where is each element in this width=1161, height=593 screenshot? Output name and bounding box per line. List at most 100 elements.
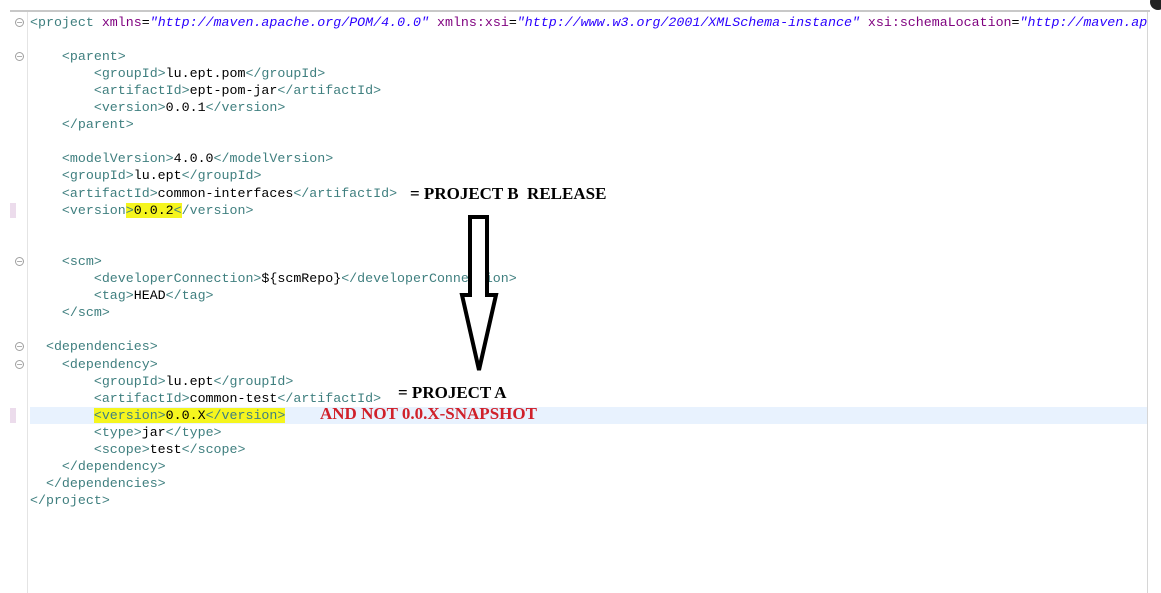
code-line[interactable]: </project> — [30, 492, 110, 509]
code-token: <modelVersion> — [30, 151, 174, 167]
code-line[interactable]: <scope>test</scope> — [30, 441, 246, 458]
code-line[interactable]: </parent> — [30, 116, 134, 133]
code-token: </version> — [205, 407, 286, 423]
code-token: <dependencies> — [30, 339, 158, 355]
editor-top-border — [10, 10, 1150, 12]
code-token: xmlns:xsi — [436, 14, 509, 30]
code-line[interactable]: <tag>HEAD</tag> — [30, 287, 214, 304]
code-line[interactable]: <version>0.0.1</version> — [30, 99, 286, 116]
code-token: <artifactId> — [30, 82, 190, 98]
code-token: </artifactId> — [293, 185, 398, 201]
corner-icon — [1150, 0, 1161, 10]
code-token: xsi:schemaLocation — [867, 14, 1012, 30]
code-token: <parent> — [30, 48, 126, 64]
code-token: <artifactId> — [30, 185, 158, 201]
code-line[interactable]: </dependency> — [30, 458, 166, 475]
code-token: <version> — [30, 100, 166, 115]
annotation-project-a: = PROJECT A — [398, 383, 507, 402]
code-token: 4.0.0 — [173, 151, 214, 167]
code-token: lu.ept.pom — [165, 65, 246, 81]
code-line[interactable]: <project xmlns="http://maven.apache.org/… — [30, 14, 1147, 31]
code-token: test — [149, 442, 182, 457]
code-line[interactable]: <groupId>lu.ept</groupId> — [30, 167, 262, 184]
code-token: </groupId> — [213, 373, 294, 389]
code-line[interactable]: </dependencies> — [30, 475, 166, 492]
code-line[interactable]: <modelVersion>4.0.0</modelVersion> — [30, 150, 333, 167]
code-line[interactable]: <groupId>lu.ept</groupId> — [30, 373, 294, 390]
code-token: </parent> — [30, 117, 134, 133]
annotation-project-b: = PROJECT B RELEASE — [410, 184, 607, 203]
code-line[interactable]: <version>0.0.X</version> — [30, 407, 286, 424]
editor-right-border — [1147, 12, 1148, 593]
code-token: <type> — [30, 424, 142, 440]
change-marker — [10, 407, 16, 423]
code-line[interactable]: <groupId>lu.ept.pom</groupId> — [30, 65, 325, 82]
code-line[interactable]: </scm> — [30, 304, 110, 321]
code-token: <scope> — [30, 442, 150, 457]
code-token: = — [508, 14, 517, 30]
code-token: common-interfaces — [157, 185, 294, 201]
code-token: lu.ept — [165, 373, 214, 389]
code-token: < — [173, 202, 182, 218]
code-token: "http://www.w3.org/2001/XMLSchema-instan… — [516, 14, 860, 30]
code-token: <groupId> — [30, 168, 134, 184]
code-token: </scm> — [30, 305, 110, 321]
code-token: 0.0.X — [165, 407, 206, 423]
code-line[interactable]: <artifactId>ept-pom-jar</artifactId> — [30, 82, 381, 99]
code-token: <dependency> — [30, 356, 158, 372]
code-token: <artifactId> — [30, 390, 190, 406]
code-token: </dependency> — [30, 459, 166, 475]
code-token: <developerConnection> — [30, 271, 262, 286]
collapse-minus-icon[interactable]: − — [15, 17, 24, 27]
code-line[interactable]: <developerConnection>${scmRepo}</develop… — [30, 270, 517, 287]
code-token: 0.0.1 — [165, 100, 206, 115]
code-token: </scope> — [181, 442, 246, 457]
code-token: <groupId> — [30, 373, 166, 389]
code-token: 0.0.2 — [133, 202, 174, 218]
code-token: > — [125, 202, 134, 218]
change-marker — [10, 202, 16, 218]
code-line[interactable]: <type>jar</type> — [30, 424, 222, 441]
code-token: lu.ept — [133, 168, 182, 184]
collapse-minus-icon[interactable]: − — [15, 256, 24, 266]
code-token: = — [141, 14, 150, 30]
collapse-minus-icon[interactable]: − — [15, 359, 24, 369]
code-token: = — [1011, 14, 1020, 30]
code-token: </version> — [205, 100, 286, 115]
code-line[interactable]: <artifactId>common-interfaces</artifactI… — [30, 185, 397, 202]
code-token: </artifactId> — [277, 82, 382, 98]
code-token: "http://maven.apache.org/POM/4.0.0" — [149, 14, 429, 30]
code-token: </project> — [30, 493, 110, 509]
code-token: </groupId> — [245, 65, 326, 81]
code-token: <groupId> — [30, 65, 166, 81]
collapse-minus-icon[interactable]: − — [15, 51, 24, 61]
annotation-not-snapshot: AND NOT 0.0.X-SNAPSHOT — [320, 404, 537, 423]
code-token: xmlns — [101, 14, 142, 30]
code-token: jar — [141, 424, 166, 440]
code-line[interactable]: <parent> — [30, 48, 126, 65]
code-token: </groupId> — [181, 168, 262, 184]
code-line[interactable]: <dependencies> — [30, 338, 158, 355]
code-token: </tag> — [165, 288, 214, 304]
code-line[interactable]: <scm> — [30, 253, 102, 270]
code-token: ${scmRepo} — [261, 271, 342, 286]
arrow-down-icon — [459, 215, 499, 371]
code-token: <version> — [93, 407, 166, 423]
code-token: </type> — [165, 424, 222, 440]
code-token: </dependencies> — [30, 476, 166, 492]
code-token: </modelVersion> — [213, 151, 334, 167]
code-token: <tag> — [30, 288, 134, 304]
code-token: ept-pom-jar — [189, 82, 278, 98]
collapse-minus-icon[interactable]: − — [15, 342, 24, 352]
code-token: "http://maven.ap — [1019, 14, 1148, 30]
code-token: <scm> — [30, 253, 102, 269]
code-token: HEAD — [133, 288, 166, 304]
gutter-divider — [27, 12, 28, 593]
code-token: <project — [30, 14, 102, 30]
code-line[interactable]: <dependency> — [30, 356, 158, 373]
code-line[interactable]: <version>0.0.2</version> — [30, 202, 253, 219]
xml-editor[interactable]: <project xmlns="http://maven.apache.org/… — [0, 0, 1161, 593]
